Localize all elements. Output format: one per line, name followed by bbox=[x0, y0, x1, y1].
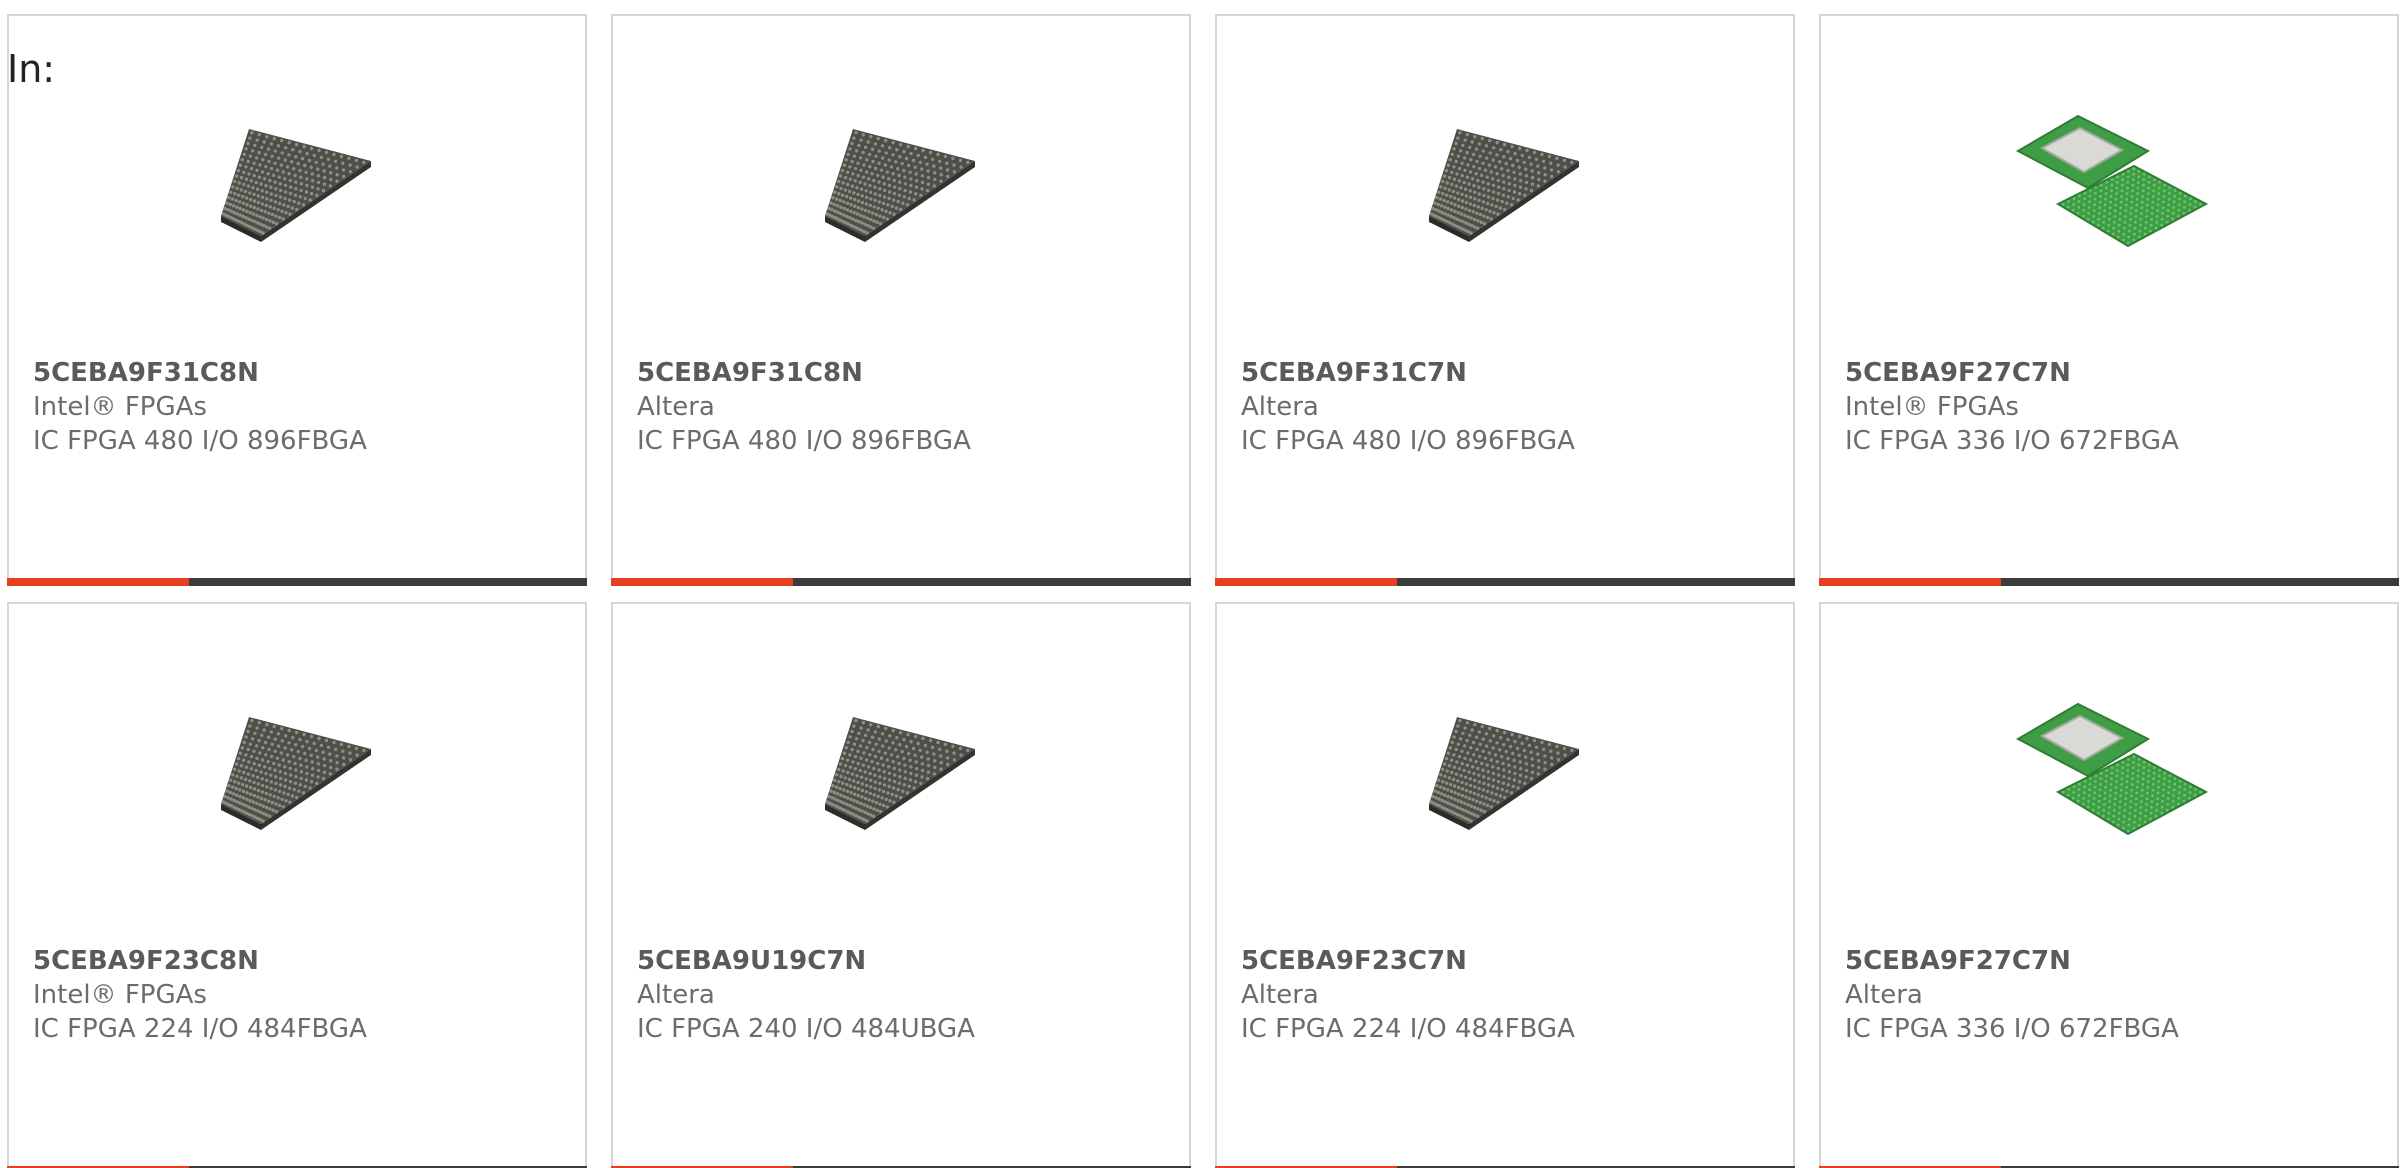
product-grid: 5CEBA9F31C8N Intel® FPGAs IC FPGA 480 I/… bbox=[7, 14, 2399, 1168]
manufacturer-label: Altera bbox=[637, 392, 715, 422]
card-bottom-bar bbox=[611, 578, 1191, 586]
product-card[interactable]: 5CEBA9F27C7N Altera IC FPGA 336 I/O 672F… bbox=[1819, 602, 2399, 1168]
part-number-link[interactable]: 5CEBA9F27C7N bbox=[1845, 356, 2381, 390]
part-number-link[interactable]: 5CEBA9F31C7N bbox=[1241, 356, 1777, 390]
manufacturer-label: Altera bbox=[1241, 980, 1319, 1010]
card-accent-bar bbox=[1215, 578, 1397, 586]
product-info: 5CEBA9F31C7N Altera IC FPGA 480 I/O 896F… bbox=[1241, 356, 1777, 458]
product-image[interactable] bbox=[800, 674, 1000, 874]
manufacturer-label: Altera bbox=[637, 980, 715, 1010]
card-accent-bar bbox=[611, 578, 793, 586]
product-image[interactable] bbox=[1404, 86, 1604, 286]
product-description: IC FPGA 480 I/O 896FBGA bbox=[33, 426, 367, 456]
part-number-link[interactable]: 5CEBA9F27C7N bbox=[1845, 944, 2381, 978]
product-grid-page: In: 5CEBA9F31C8N Intel® FPGAs IC FPGA 48… bbox=[0, 0, 2400, 1168]
card-bottom-bar bbox=[1215, 578, 1795, 586]
product-image[interactable] bbox=[2008, 86, 2208, 286]
bga-chip-icon bbox=[1429, 717, 1579, 830]
in-label: In: bbox=[7, 47, 56, 91]
part-number-link[interactable]: 5CEBA9F23C8N bbox=[33, 944, 569, 978]
product-description: IC FPGA 480 I/O 896FBGA bbox=[1241, 426, 1575, 456]
manufacturer-label: Intel® FPGAs bbox=[33, 392, 207, 422]
product-info: 5CEBA9F27C7N Intel® FPGAs IC FPGA 336 I/… bbox=[1845, 356, 2381, 458]
product-info: 5CEBA9F23C7N Altera IC FPGA 224 I/O 484F… bbox=[1241, 944, 1777, 1046]
product-card[interactable]: 5CEBA9F31C8N Altera IC FPGA 480 I/O 896F… bbox=[611, 14, 1191, 586]
card-bottom-bar bbox=[1819, 578, 2399, 586]
product-card[interactable]: 5CEBA9F31C8N Intel® FPGAs IC FPGA 480 I/… bbox=[7, 14, 587, 586]
product-info: 5CEBA9F27C7N Altera IC FPGA 336 I/O 672F… bbox=[1845, 944, 2381, 1046]
product-image[interactable] bbox=[800, 86, 1000, 286]
product-description: IC FPGA 240 I/O 484UBGA bbox=[637, 1014, 975, 1044]
flip-chip-package-icon bbox=[2015, 114, 2208, 248]
bga-chip-icon bbox=[221, 717, 371, 830]
part-number-link[interactable]: 5CEBA9F23C7N bbox=[1241, 944, 1777, 978]
product-description: IC FPGA 336 I/O 672FBGA bbox=[1845, 1014, 2179, 1044]
card-bottom-bar bbox=[7, 578, 587, 586]
part-number-link[interactable]: 5CEBA9F31C8N bbox=[637, 356, 1173, 390]
product-image[interactable] bbox=[196, 86, 396, 286]
manufacturer-label: Altera bbox=[1845, 980, 1923, 1010]
bga-chip-icon bbox=[825, 129, 975, 242]
product-image[interactable] bbox=[196, 674, 396, 874]
product-image[interactable] bbox=[1404, 674, 1604, 874]
product-description: IC FPGA 336 I/O 672FBGA bbox=[1845, 426, 2179, 456]
product-card[interactable]: 5CEBA9U19C7N Altera IC FPGA 240 I/O 484U… bbox=[611, 602, 1191, 1168]
product-card[interactable]: 5CEBA9F23C8N Intel® FPGAs IC FPGA 224 I/… bbox=[7, 602, 587, 1168]
product-info: 5CEBA9F31C8N Intel® FPGAs IC FPGA 480 I/… bbox=[33, 356, 569, 458]
bga-chip-icon bbox=[1429, 129, 1579, 242]
product-card[interactable]: 5CEBA9F27C7N Intel® FPGAs IC FPGA 336 I/… bbox=[1819, 14, 2399, 586]
bga-chip-icon bbox=[221, 129, 371, 242]
part-number-link[interactable]: 5CEBA9F31C8N bbox=[33, 356, 569, 390]
manufacturer-label: Intel® FPGAs bbox=[1845, 392, 2019, 422]
card-accent-bar bbox=[1819, 578, 2001, 586]
product-card[interactable]: 5CEBA9F23C7N Altera IC FPGA 224 I/O 484F… bbox=[1215, 602, 1795, 1168]
flip-chip-package-icon bbox=[2015, 702, 2208, 836]
part-number-link[interactable]: 5CEBA9U19C7N bbox=[637, 944, 1173, 978]
product-description: IC FPGA 224 I/O 484FBGA bbox=[33, 1014, 367, 1044]
product-image[interactable] bbox=[2008, 674, 2208, 874]
product-info: 5CEBA9F23C8N Intel® FPGAs IC FPGA 224 I/… bbox=[33, 944, 569, 1046]
manufacturer-label: Intel® FPGAs bbox=[33, 980, 207, 1010]
card-accent-bar bbox=[7, 578, 189, 586]
product-info: 5CEBA9F31C8N Altera IC FPGA 480 I/O 896F… bbox=[637, 356, 1173, 458]
bga-chip-icon bbox=[825, 717, 975, 830]
product-card[interactable]: 5CEBA9F31C7N Altera IC FPGA 480 I/O 896F… bbox=[1215, 14, 1795, 586]
product-description: IC FPGA 224 I/O 484FBGA bbox=[1241, 1014, 1575, 1044]
manufacturer-label: Altera bbox=[1241, 392, 1319, 422]
product-info: 5CEBA9U19C7N Altera IC FPGA 240 I/O 484U… bbox=[637, 944, 1173, 1046]
product-description: IC FPGA 480 I/O 896FBGA bbox=[637, 426, 971, 456]
